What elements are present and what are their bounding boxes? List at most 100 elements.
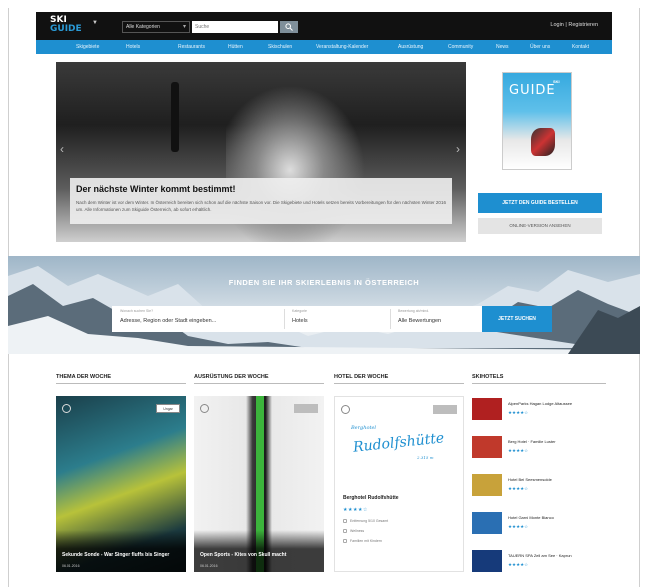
hotel-feature: Wellness xyxy=(343,529,365,534)
hotel-name[interactable]: Berghotel Rudolfshütte xyxy=(343,495,399,501)
magazine-badge: SKI xyxy=(553,79,560,84)
divider xyxy=(334,383,464,384)
nav-item-skigebiete[interactable]: Skigebiete xyxy=(76,44,99,50)
hotel-list-name[interactable]: Berg Hotel · Familie Luster xyxy=(508,439,556,444)
hotel-logo: Berghotel Rudolfshütte 2.315 m xyxy=(347,421,453,471)
hotel-list-name[interactable]: Hotel Bei Seesmensolde xyxy=(508,477,552,482)
hero-image-detail xyxy=(171,82,179,152)
nav-item-huetten[interactable]: Hütten xyxy=(228,44,243,50)
checkbox-icon xyxy=(343,529,347,534)
hotel-logo-line1: Berghotel xyxy=(351,425,377,431)
hotel-feature-label: Wellness xyxy=(350,529,365,533)
divider xyxy=(390,309,391,329)
nav-item-news[interactable]: News xyxy=(496,44,509,50)
order-guide-button[interactable]: JETZT DEN GUIDE BESTELLEN xyxy=(478,193,602,213)
banner-title: FINDEN SIE IHR SKIERLEBNIS IN ÖSTERREICH xyxy=(228,278,420,287)
nav-item-kalender[interactable]: Veranstaltung-Kalender xyxy=(316,44,368,50)
hotel-list-rating: ★★★★☆ xyxy=(508,448,529,453)
list-item[interactable]: Hotel Garni Monte Bianco ★★★★☆ xyxy=(472,510,612,540)
nav-item-restaurants[interactable]: Restaurants xyxy=(178,44,205,50)
divider xyxy=(194,383,324,384)
nav-item-skischulen[interactable]: Skischulen xyxy=(268,44,292,50)
search-form: Wonach suchen Sie? Adresse, Region oder … xyxy=(112,306,552,332)
list-item[interactable]: Hotel Bei Seesmensolde ★★★★☆ xyxy=(472,472,612,502)
divider xyxy=(56,383,186,384)
login-link[interactable]: Login | Registrieren xyxy=(550,22,598,28)
hotel-card[interactable]: Berghotel Rudolfshütte 2.315 m Berghotel… xyxy=(334,396,464,572)
hero-slider[interactable]: ‹ › Der nächste Winter kommt bestimmt! N… xyxy=(56,62,466,242)
logo-line2: GUIDE xyxy=(50,24,82,34)
nav-item-hotels[interactable]: Hotels xyxy=(126,44,140,50)
site-logo[interactable]: SKI GUIDE xyxy=(50,16,82,34)
list-item[interactable]: TAUERN SPA Zell am See · Kaprun ★★★★☆ xyxy=(472,548,612,578)
list-item[interactable]: Berg Hotel · Familie Luster ★★★★☆ xyxy=(472,434,612,464)
section-title-thema: THEMA DER WOCHE xyxy=(56,374,112,380)
search-banner: FINDEN SIE IHR SKIERLEBNIS IN ÖSTERREICH… xyxy=(8,256,640,354)
hotel-thumbnail xyxy=(472,474,502,496)
nav-item-community[interactable]: Community xyxy=(448,44,473,50)
card-caption: Sekunde Sonde - War Singer fluffs bis Si… xyxy=(56,530,186,572)
field-label-category: Kategorie xyxy=(292,309,307,313)
hotel-list-rating: ★★★★☆ xyxy=(508,486,529,491)
hotel-rating: ★★★★☆ xyxy=(343,507,368,513)
checkbox-icon xyxy=(343,539,347,544)
hotel-list-name[interactable]: AlpenParks Hagan Lodge Altaussee xyxy=(508,401,572,406)
location-input[interactable]: Adresse, Region oder Stadt eingeben... xyxy=(120,318,216,324)
hotel-thumbnail xyxy=(472,512,502,534)
card-title[interactable]: Sekunde Sonde - War Singer fluffs bis Si… xyxy=(62,552,180,559)
divider xyxy=(284,309,285,329)
category-select[interactable]: Alle Kategorien ▾ xyxy=(122,21,190,33)
mountain-image xyxy=(8,266,640,354)
circle-icon xyxy=(341,405,350,414)
magazine-cover[interactable]: GUIDE SKI xyxy=(502,72,572,170)
search-icon xyxy=(285,23,293,31)
section-title-ausruestung: AUSRÜSTUNG DER WOCHE xyxy=(194,374,269,380)
chevron-right-icon[interactable]: › xyxy=(456,142,460,156)
chevron-left-icon[interactable]: ‹ xyxy=(60,142,64,156)
hotel-logo-line3: 2.315 m xyxy=(417,455,434,460)
checkbox-icon xyxy=(343,519,347,524)
magazine-image xyxy=(531,128,555,156)
hotel-list-rating: ★★★★☆ xyxy=(508,410,529,415)
search-input[interactable] xyxy=(192,21,278,33)
section-title-skihotels: SKIHOTELS xyxy=(472,374,504,380)
online-version-button[interactable]: ONLINE-VERSION ANSEHEN xyxy=(478,218,602,234)
nav-item-ausruestung[interactable]: Ausrüstung xyxy=(398,44,423,50)
hotel-feature: Familien mit Kindern xyxy=(343,539,382,544)
main-nav: Skigebiete Hotels Restaurants Hütten Ski… xyxy=(36,40,612,54)
hotel-list-name[interactable]: Hotel Garni Monte Bianco xyxy=(508,515,554,520)
hotel-feature: Entfernung 5/10 Gesamt xyxy=(343,519,389,524)
hotel-thumbnail xyxy=(472,550,502,572)
ausruestung-card[interactable]: Open Sports - Kites von Skull macht 06.0… xyxy=(194,396,324,572)
card-title[interactable]: Open Sports - Kites von Skull macht xyxy=(200,552,318,559)
field-label-rating: Bewertung ab/mind. xyxy=(398,309,430,313)
chevron-down-icon[interactable]: ▼ xyxy=(92,20,98,26)
hero-text: Nach dem Winter ist vor dem Winter. In Ö… xyxy=(76,200,446,212)
nav-item-ueber-uns[interactable]: Über uns xyxy=(530,44,550,50)
card-badge xyxy=(294,404,318,413)
circle-icon xyxy=(200,404,209,413)
circle-icon xyxy=(62,404,71,413)
hero-title[interactable]: Der nächste Winter kommt bestimmt! xyxy=(76,184,235,194)
hotel-feature-label: Entfernung 5/10 Gesamt xyxy=(350,519,389,523)
hero-caption: Der nächste Winter kommt bestimmt! Nach … xyxy=(70,178,452,224)
search-submit-button[interactable]: JETZT SUCHEN xyxy=(482,306,552,332)
card-date: 06.01.2016 xyxy=(62,564,80,568)
hotel-feature-label: Familien mit Kindern xyxy=(350,539,382,543)
hotel-list-rating: ★★★★☆ xyxy=(508,524,529,529)
search-button[interactable] xyxy=(280,21,298,33)
hotel-logo-line2: Rudolfshütte xyxy=(352,430,445,456)
card-badge: Ungar xyxy=(156,404,180,413)
hotel-list-name[interactable]: TAUERN SPA Zell am See · Kaprun xyxy=(508,553,572,558)
category-dropdown[interactable]: Hotels xyxy=(292,318,308,324)
card-badge xyxy=(433,405,457,414)
nav-item-kontakt[interactable]: Kontakt xyxy=(572,44,589,50)
rating-dropdown[interactable]: Alle Bewertungen xyxy=(398,318,441,324)
card-date: 06.01.2016 xyxy=(200,564,218,568)
chevron-down-icon: ▾ xyxy=(182,24,186,30)
hotel-list-rating: ★★★★☆ xyxy=(508,562,529,567)
list-item[interactable]: AlpenParks Hagan Lodge Altaussee ★★★★☆ xyxy=(472,396,612,426)
magazine-title: GUIDE xyxy=(509,83,556,98)
category-select-value: Alle Kategorien xyxy=(126,24,160,30)
thema-card[interactable]: Ungar Sekunde Sonde - War Singer fluffs … xyxy=(56,396,186,572)
